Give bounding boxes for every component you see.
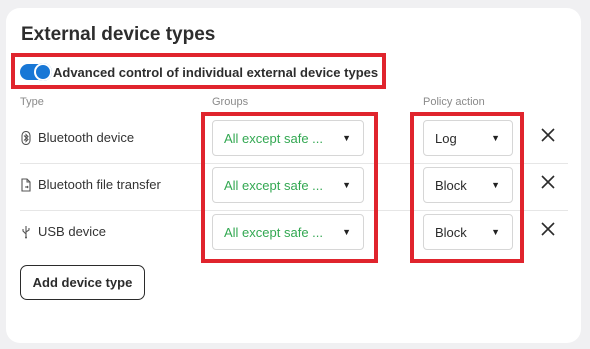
device-type-label: Bluetooth file transfer [38,177,161,192]
device-type-label: USB device [38,224,106,239]
device-type-label: Bluetooth device [38,130,135,145]
remove-row-button[interactable] [540,127,556,143]
highlight-frame-policy [410,112,524,263]
column-header-policy: Policy action [423,96,485,108]
column-header-type: Type [20,96,44,108]
close-icon [541,128,555,142]
remove-row-button[interactable] [540,174,556,190]
section-title: External device types [21,24,216,45]
column-header-groups: Groups [212,96,249,108]
highlight-frame-toggle [11,53,386,89]
highlight-frame-groups [201,112,378,263]
usb-icon [20,225,32,239]
close-icon [541,222,555,236]
bluetooth-icon [20,130,32,146]
file-transfer-icon [20,178,32,192]
close-icon [541,175,555,189]
add-device-type-button[interactable]: Add device type [20,265,145,300]
remove-row-button[interactable] [540,221,556,237]
